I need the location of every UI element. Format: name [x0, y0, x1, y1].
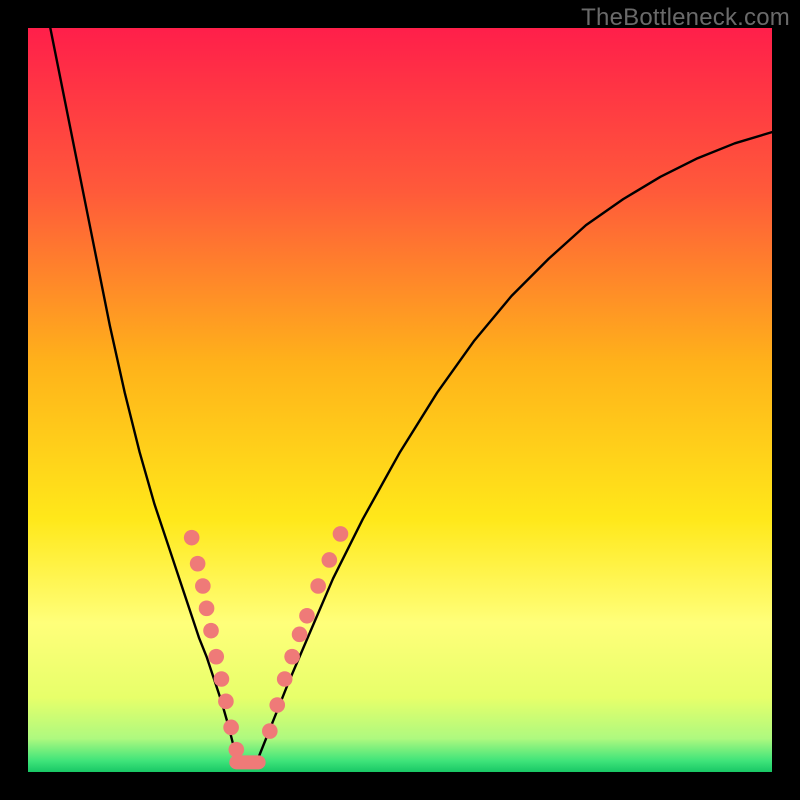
chart-frame: TheBottleneck.com: [0, 0, 800, 800]
bottleneck-chart: [0, 0, 800, 800]
watermark-text: TheBottleneck.com: [581, 4, 790, 32]
